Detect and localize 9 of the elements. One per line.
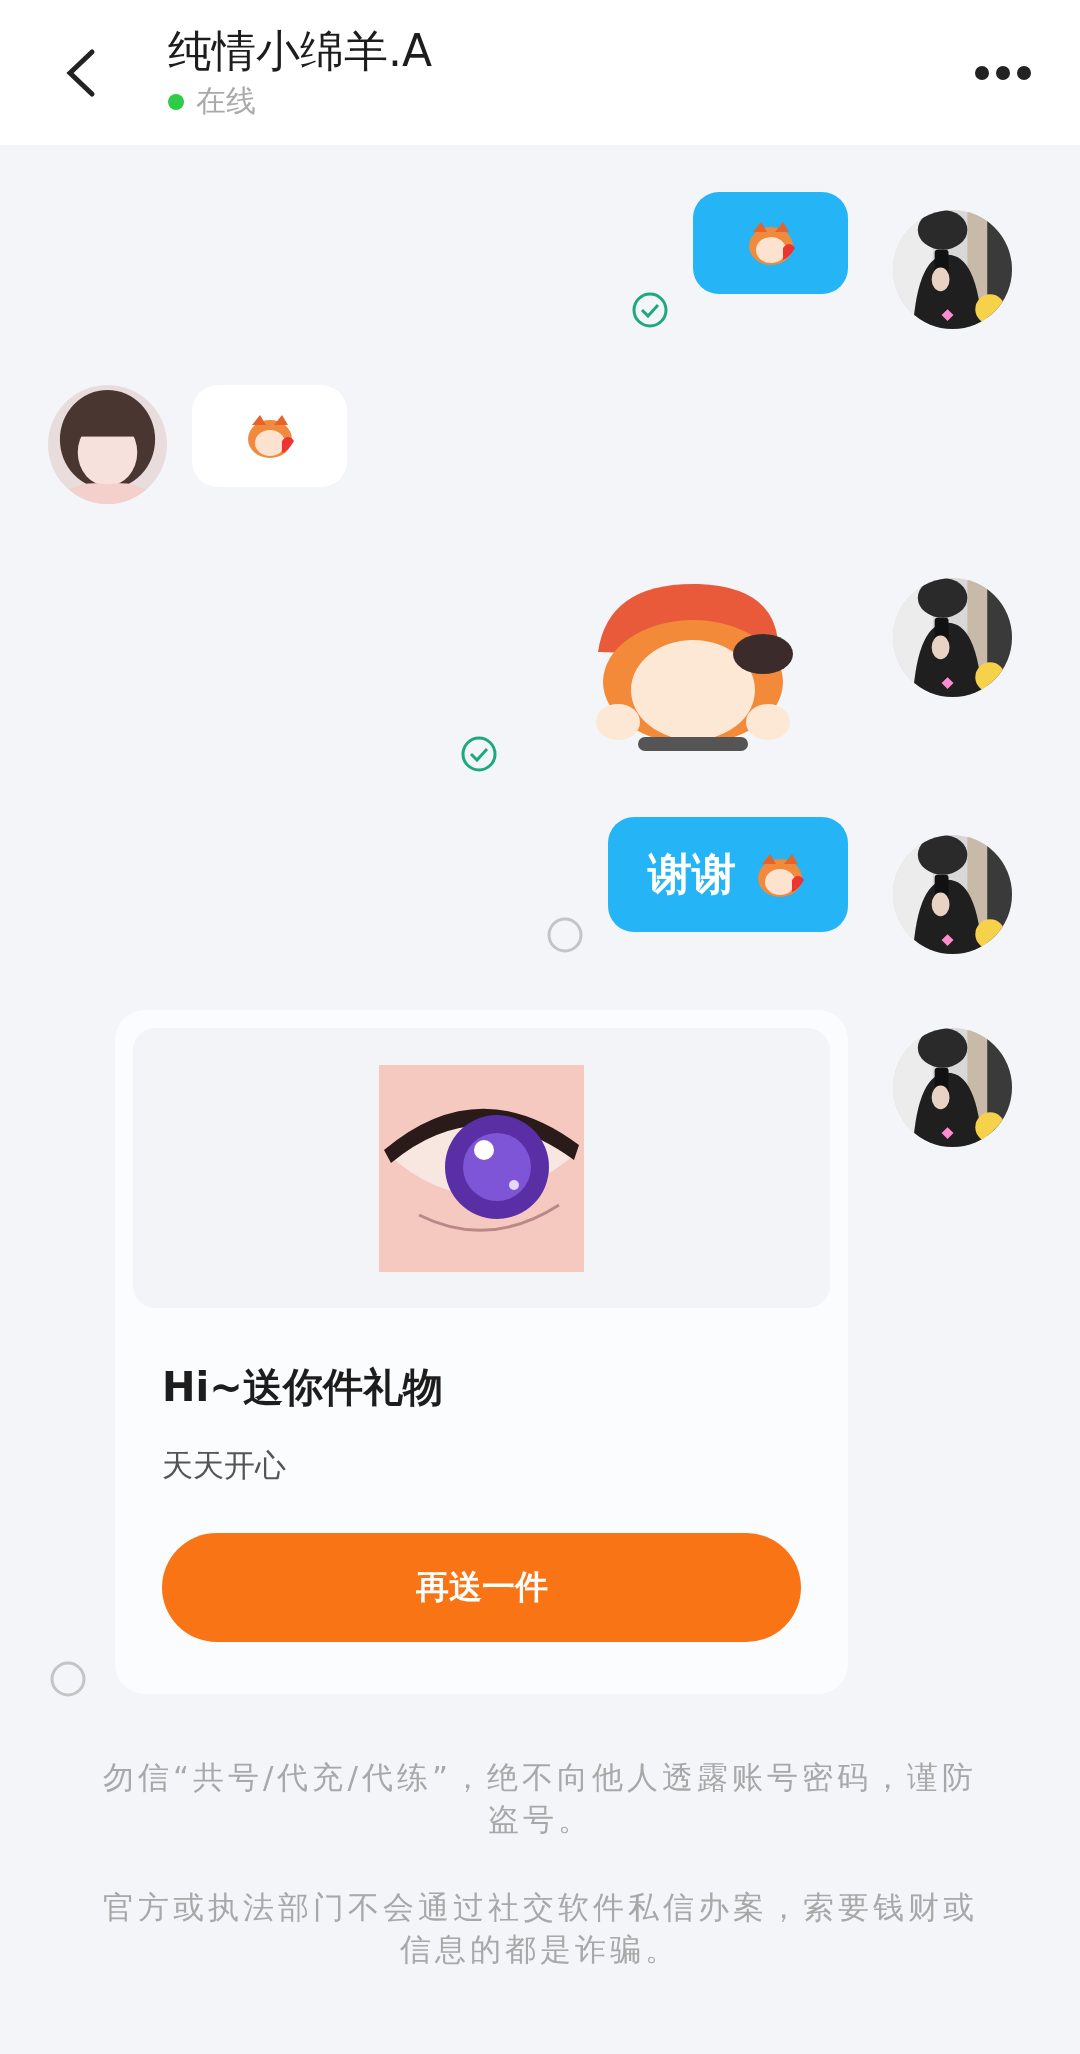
safety-notice: 官方或执法部门不会通过社交软件私信办案，索要钱财或信息的都是诈骗。 [101,1888,979,1969]
online-status: 在线 [196,82,256,120]
gift-message: 天天开心 [162,1446,287,1485]
send-again-button[interactable]: 再送一件 [162,1533,801,1642]
message-text: 谢谢 [648,847,736,901]
more-icon[interactable] [974,64,1032,81]
gift-title: Hi~送你件礼物 [162,1363,444,1412]
contact-name: 纯情小绵羊.A [168,24,434,78]
safety-notice: 勿信“共号/代充/代练”，绝不向他人透露账号密码，谨防盗号。 [102,1758,978,1839]
